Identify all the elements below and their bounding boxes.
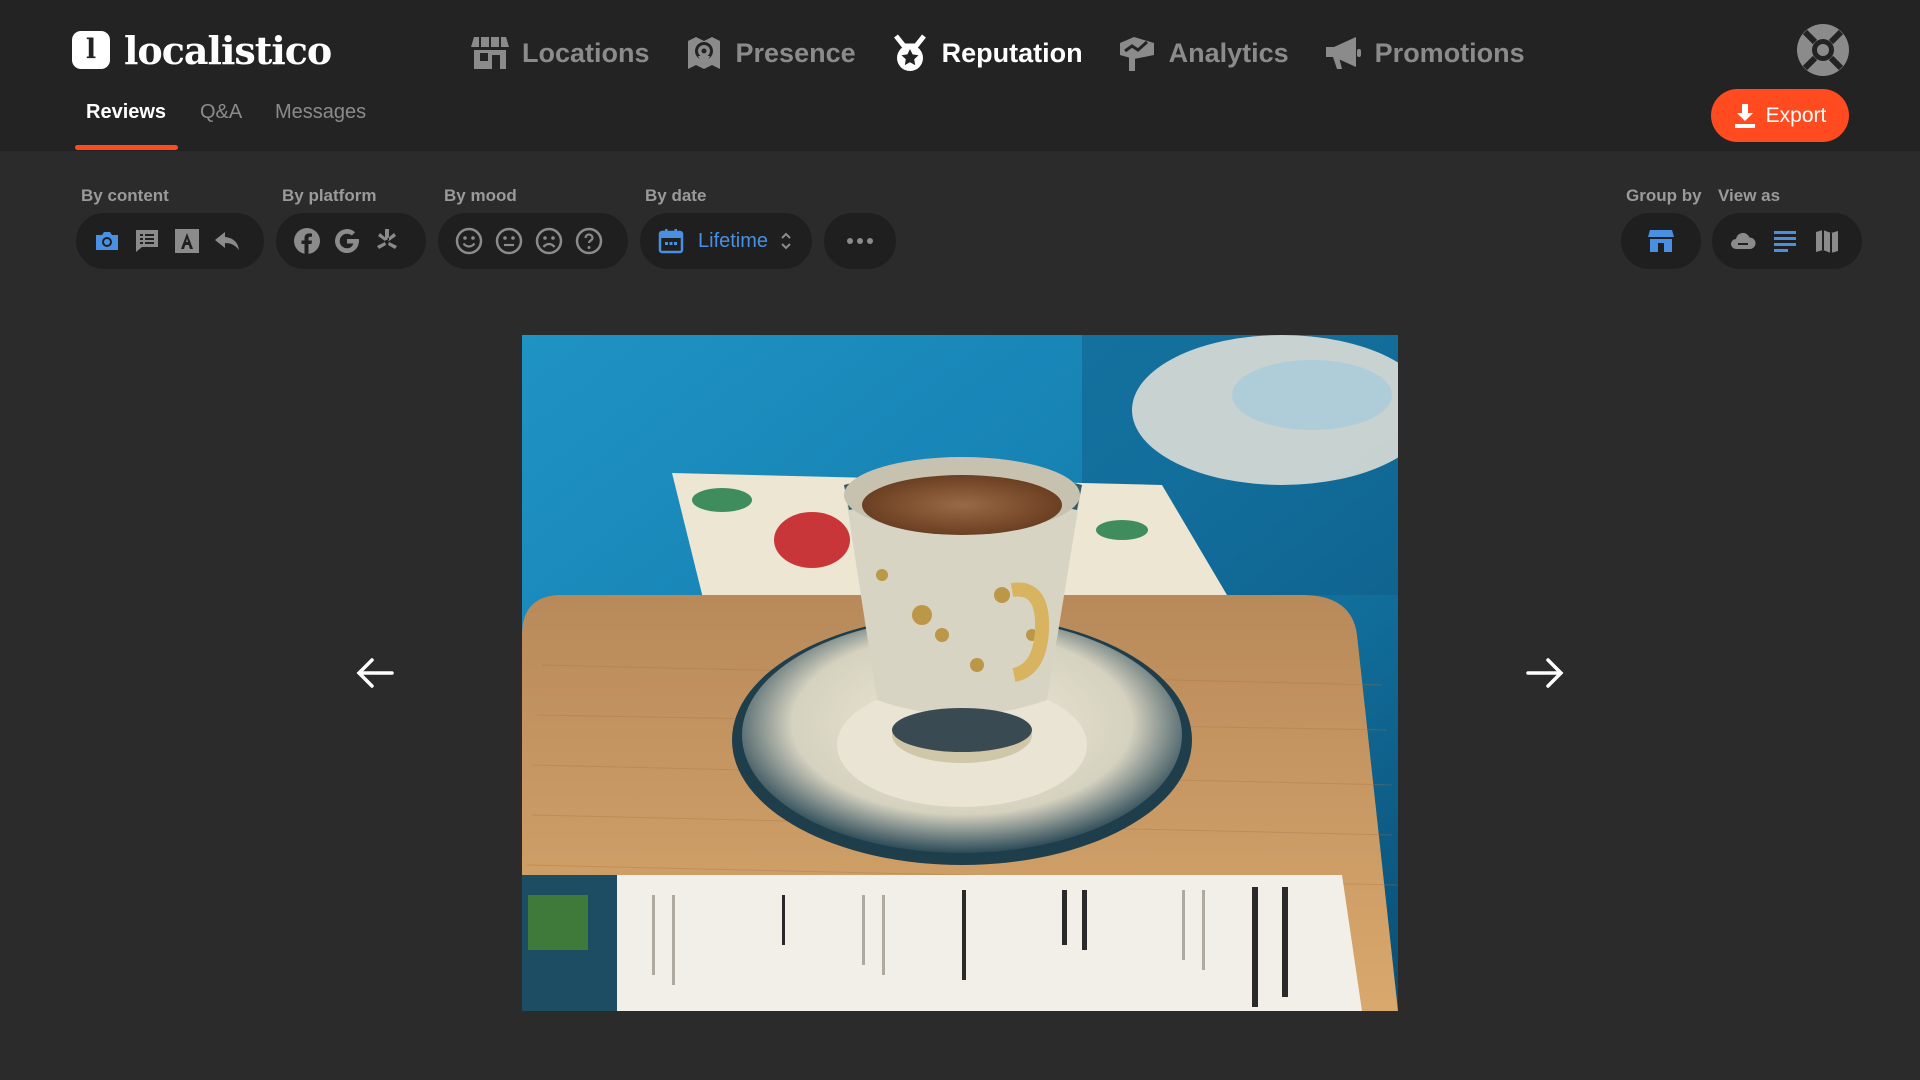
chevron-up-down-icon: [781, 232, 791, 250]
tab-messages[interactable]: Messages: [275, 101, 366, 124]
coffee-cup-photo: [522, 335, 1398, 1011]
calendar-icon: [658, 229, 684, 254]
frown-icon: [535, 227, 563, 255]
reply-icon: [215, 232, 239, 250]
unknown-mood-button[interactable]: [574, 226, 604, 256]
yelp-filter-button[interactable]: [372, 226, 402, 256]
nav-item-label: Analytics: [1168, 37, 1289, 68]
sub-navigation: Reviews Q&A Messages Export: [0, 89, 1920, 151]
date-filter-select[interactable]: Lifetime: [640, 213, 812, 269]
platform-filter-group: [276, 213, 426, 269]
tab-reviews[interactable]: Reviews: [86, 101, 166, 124]
filter-label-content: By content: [81, 186, 169, 205]
neutral-face-icon: [495, 227, 523, 255]
date-filter-value: Lifetime: [698, 229, 769, 252]
export-label: Export: [1765, 103, 1827, 127]
nav-item-reputation[interactable]: Reputation: [890, 33, 1083, 73]
active-tab-indicator: [75, 145, 178, 150]
more-filters-button[interactable]: [824, 213, 896, 269]
google-icon: [335, 229, 360, 254]
top-navigation-bar: l localistico Locations Presence Reputat…: [0, 0, 1920, 89]
google-filter-button[interactable]: [332, 226, 362, 256]
text-filter-button[interactable]: [132, 226, 162, 256]
logo-mark: l: [72, 31, 110, 69]
nav-item-promotions[interactable]: Promotions: [1323, 33, 1525, 73]
rating-only-filter-button[interactable]: [172, 226, 202, 256]
previous-arrow-icon[interactable]: [352, 650, 398, 696]
next-arrow-icon[interactable]: [1522, 650, 1568, 696]
review-photo: [522, 335, 1398, 1011]
replied-filter-button[interactable]: [212, 226, 242, 256]
logo-text: localistico: [124, 27, 332, 73]
group-by-location-button[interactable]: [1621, 213, 1701, 269]
filter-label-view: View as: [1718, 186, 1781, 205]
nav-item-locations[interactable]: Locations: [470, 33, 650, 73]
export-button[interactable]: Export: [1711, 89, 1849, 142]
mood-filter-group: [438, 213, 628, 269]
nav-item-analytics[interactable]: Analytics: [1117, 33, 1289, 73]
cloud-icon: [1731, 232, 1756, 249]
view-as-group: [1712, 213, 1862, 269]
filter-label-mood: By mood: [444, 186, 517, 205]
download-icon: [1734, 103, 1755, 128]
map-icon: [1816, 230, 1838, 253]
nav-item-label: Promotions: [1374, 37, 1525, 68]
view-map-button[interactable]: [1812, 226, 1842, 256]
negative-mood-button[interactable]: [534, 226, 564, 256]
smile-icon: [455, 227, 483, 255]
main-nav: Locations Presence Reputation Analytics …: [470, 28, 1559, 78]
content-filter-group: [76, 213, 264, 269]
logo[interactable]: l localistico: [72, 27, 332, 73]
yelp-icon: [377, 229, 397, 249]
megaphone-icon: [1325, 37, 1361, 69]
neutral-mood-button[interactable]: [494, 226, 524, 256]
view-list-button[interactable]: [1770, 226, 1800, 256]
positive-mood-button[interactable]: [454, 226, 484, 256]
chart-icon: [1119, 37, 1154, 71]
store-icon: [471, 37, 509, 69]
facebook-icon: [294, 228, 320, 254]
comment-icon: [136, 230, 158, 252]
award-icon: [893, 34, 926, 71]
facebook-filter-button[interactable]: [292, 226, 322, 256]
store-icon: [1648, 230, 1674, 252]
nav-item-label: Locations: [522, 37, 650, 68]
camera-icon: [96, 232, 118, 250]
tab-qa[interactable]: Q&A: [200, 101, 242, 124]
list-icon: [1774, 231, 1796, 252]
map-pin-icon: [687, 37, 720, 69]
question-icon: [575, 227, 603, 255]
nav-item-label: Presence: [735, 37, 856, 68]
font-icon: [175, 229, 199, 253]
filter-label-date: By date: [645, 186, 707, 205]
more-horizontal-icon: [847, 238, 873, 244]
photo-filter-button[interactable]: [92, 226, 122, 256]
nav-item-label: Reputation: [941, 37, 1083, 68]
filter-label-platform: By platform: [282, 186, 377, 205]
filter-label-group: Group by: [1626, 186, 1702, 205]
help-lifebuoy-icon[interactable]: [1795, 22, 1851, 78]
nav-item-presence[interactable]: Presence: [684, 33, 856, 73]
view-cloud-button[interactable]: [1728, 226, 1758, 256]
calendar-icon-wrap: [656, 226, 686, 256]
